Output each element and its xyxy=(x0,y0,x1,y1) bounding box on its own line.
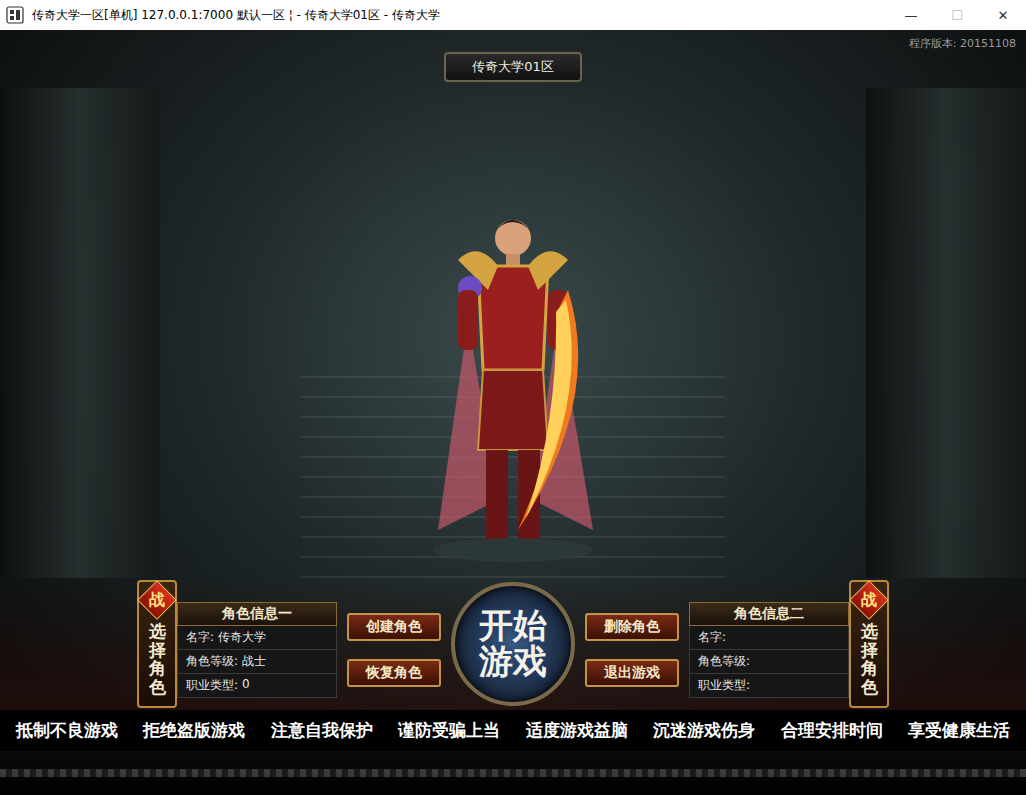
restore-character-button[interactable]: 恢复角色 xyxy=(347,659,441,687)
stage xyxy=(160,88,866,578)
slot-header: 角色信息二 xyxy=(689,602,849,626)
bottom-border xyxy=(0,751,1026,795)
title-bar: 传奇大学一区[单机] 127.0.0.1:7000 默认一区 ¦ - 传奇大学0… xyxy=(0,0,1026,30)
class-badge: 战 xyxy=(849,580,889,620)
info-row: 名字:传奇大学 xyxy=(177,626,337,650)
exit-game-button[interactable]: 退出游戏 xyxy=(585,659,679,687)
info-row: 角色等级:战士 xyxy=(177,650,337,674)
info-row: 职业类型:0 xyxy=(177,674,337,698)
slogan: 沉迷游戏伤身 xyxy=(653,719,755,742)
right-pillar xyxy=(866,88,1026,578)
create-character-button[interactable]: 创建角色 xyxy=(347,613,441,641)
start-game-button[interactable]: 开始游戏 xyxy=(451,582,575,706)
delete-character-button[interactable]: 删除角色 xyxy=(585,613,679,641)
slogan: 谨防受骗上当 xyxy=(398,719,500,742)
window-title: 传奇大学一区[单机] 127.0.0.1:7000 默认一区 ¦ - 传奇大学0… xyxy=(32,7,880,24)
game-window: 传奇大学一区[单机] 127.0.0.1:7000 默认一区 ¦ - 传奇大学0… xyxy=(0,0,1026,795)
select-character-button[interactable]: 战选择角色 xyxy=(849,580,889,708)
character-slot: 战选择角色角色信息二名字:角色等级:职业类型: xyxy=(689,580,889,708)
maximize-button[interactable]: ☐ xyxy=(934,0,980,30)
slogan: 享受健康生活 xyxy=(908,719,1010,742)
version-label: 程序版本: 20151108 xyxy=(909,30,1026,51)
close-button[interactable]: ✕ xyxy=(980,0,1026,30)
info-row: 职业类型: xyxy=(689,674,849,698)
warrior-figure xyxy=(398,200,628,570)
slogan: 拒绝盗版游戏 xyxy=(143,719,245,742)
app-logo-icon xyxy=(6,6,24,24)
slogan: 注意自我保护 xyxy=(271,719,373,742)
character-slot: 战选择角色角色信息一名字:传奇大学角色等级:战士职业类型:0 xyxy=(137,580,337,708)
slogan-bar: 抵制不良游戏 拒绝盗版游戏 注意自我保护 谨防受骗上当 适度游戏益脑 沉迷游戏伤身 合理安排… xyxy=(0,710,1026,751)
info-row: 名字: xyxy=(689,626,849,650)
scene-background xyxy=(0,88,1026,578)
select-character-button[interactable]: 战选择角色 xyxy=(137,580,177,708)
server-plaque: 传奇大学01区 xyxy=(444,52,582,82)
minimize-button[interactable]: — xyxy=(888,0,934,30)
select-character-label: 选择角色 xyxy=(861,622,878,697)
class-badge: 战 xyxy=(137,580,177,620)
slogan: 合理安排时间 xyxy=(781,719,883,742)
select-character-label: 选择角色 xyxy=(149,622,166,697)
info-row: 角色等级: xyxy=(689,650,849,674)
left-pillar xyxy=(0,88,160,578)
slogan: 抵制不良游戏 xyxy=(16,719,118,742)
slogan: 适度游戏益脑 xyxy=(526,719,628,742)
slot-header: 角色信息一 xyxy=(177,602,337,626)
character-select-screen: 传奇大学01区程序版本: 20151108战选择角色角色信息一名字:传奇大学角色… xyxy=(0,30,1026,795)
